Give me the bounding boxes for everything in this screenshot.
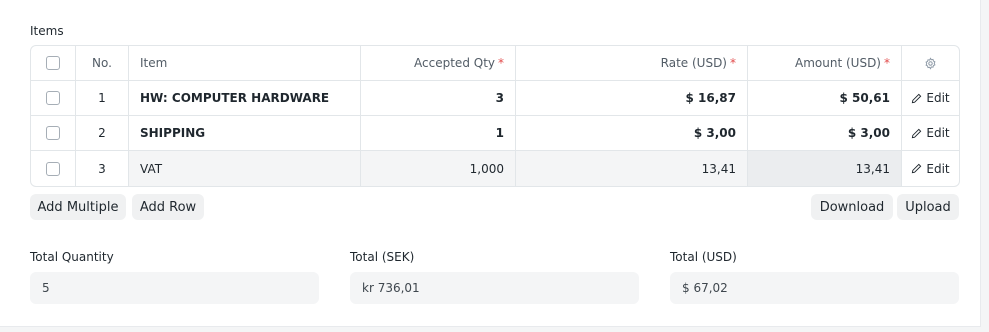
- upload-button[interactable]: Upload: [897, 194, 959, 220]
- row-no: 3: [76, 151, 129, 186]
- edit-label: Edit: [926, 91, 950, 105]
- header-select-cell[interactable]: [31, 46, 76, 80]
- table-row[interactable]: 2 SHIPPING 1 $ 3,00 $ 3,00 Edit: [31, 116, 959, 151]
- items-table: No. Item Accepted Qty * Rate (USD) * Amo…: [30, 45, 960, 187]
- total-usd-field: $ 67,02: [670, 272, 959, 304]
- row-item[interactable]: VAT: [129, 151, 361, 186]
- row-checkbox[interactable]: [46, 91, 60, 105]
- row-qty[interactable]: 1,000: [361, 151, 516, 186]
- gear-icon[interactable]: [924, 56, 937, 70]
- row-no: 1: [76, 81, 129, 115]
- required-mark: *: [730, 56, 736, 70]
- row-select-cell[interactable]: [31, 151, 76, 186]
- items-card: Items No. Item Accepted Qty * Rate (USD)…: [0, 0, 981, 327]
- total-sek-field: kr 736,01: [350, 272, 639, 304]
- total-quantity-label: Total Quantity: [30, 250, 114, 264]
- section-label: Items: [30, 24, 64, 38]
- header-rate-label: Rate (USD): [660, 56, 727, 70]
- pencil-icon: [912, 128, 922, 138]
- table-row[interactable]: 1 HW: COMPUTER HARDWARE 3 $ 16,87 $ 50,6…: [31, 81, 959, 116]
- total-sek-label: Total (SEK): [350, 250, 415, 264]
- header-item: Item: [129, 46, 361, 80]
- edit-button[interactable]: Edit: [911, 161, 950, 176]
- edit-label: Edit: [926, 161, 950, 176]
- header-rate: Rate (USD) *: [516, 46, 748, 80]
- row-action-cell: Edit: [902, 116, 959, 150]
- add-row-button[interactable]: Add Row: [132, 194, 204, 220]
- row-rate[interactable]: $ 3,00: [516, 116, 748, 150]
- select-all-checkbox[interactable]: [46, 56, 60, 70]
- row-select-cell[interactable]: [31, 81, 76, 115]
- row-amount: $ 3,00: [748, 116, 902, 150]
- row-amount: 13,41: [748, 151, 902, 186]
- row-no: 2: [76, 116, 129, 150]
- table-row[interactable]: 3 VAT 1,000 13,41 13,41 Edit: [31, 151, 959, 186]
- edit-button[interactable]: Edit: [911, 91, 950, 105]
- row-qty[interactable]: 1: [361, 116, 516, 150]
- download-button[interactable]: Download: [811, 194, 893, 220]
- row-amount: $ 50,61: [748, 81, 902, 115]
- required-mark: *: [884, 56, 890, 70]
- row-checkbox[interactable]: [46, 161, 60, 176]
- header-accepted-qty-label: Accepted Qty: [414, 56, 495, 70]
- row-select-cell[interactable]: [31, 116, 76, 150]
- row-qty[interactable]: 3: [361, 81, 516, 115]
- add-multiple-button[interactable]: Add Multiple: [30, 194, 126, 220]
- pencil-icon: [912, 93, 922, 103]
- row-rate[interactable]: 13,41: [516, 151, 748, 186]
- required-mark: *: [498, 56, 504, 70]
- header-amount: Amount (USD) *: [748, 46, 902, 80]
- row-action-cell: Edit: [902, 81, 959, 115]
- total-usd-label: Total (USD): [670, 250, 737, 264]
- edit-label: Edit: [926, 126, 950, 140]
- row-rate[interactable]: $ 16,87: [516, 81, 748, 115]
- header-accepted-qty: Accepted Qty *: [361, 46, 516, 80]
- pencil-icon: [912, 163, 922, 174]
- row-item[interactable]: SHIPPING: [129, 116, 361, 150]
- row-action-cell: Edit: [902, 151, 959, 186]
- header-no: No.: [76, 46, 129, 80]
- row-checkbox[interactable]: [46, 126, 60, 140]
- total-quantity-field: 5: [30, 272, 319, 304]
- table-header: No. Item Accepted Qty * Rate (USD) * Amo…: [31, 46, 959, 81]
- header-settings-cell[interactable]: [902, 46, 959, 80]
- edit-button[interactable]: Edit: [911, 126, 950, 140]
- row-item[interactable]: HW: COMPUTER HARDWARE: [129, 81, 361, 115]
- header-amount-label: Amount (USD): [795, 56, 881, 70]
